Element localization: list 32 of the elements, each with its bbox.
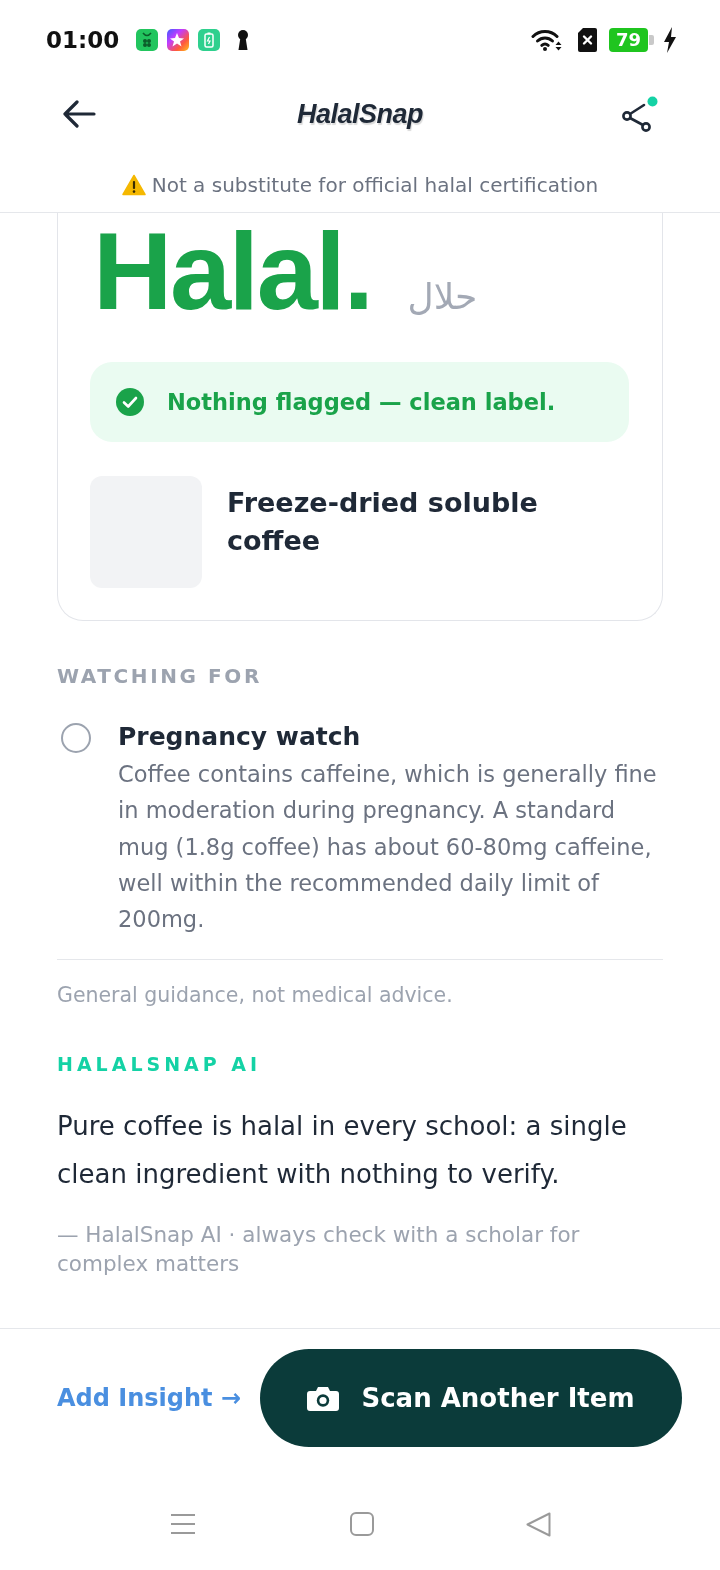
ai-attribution: — HalalSnap AI · always check with a scholar for complex matters — [57, 1221, 581, 1279]
arabic-verdict: حلال — [407, 276, 478, 317]
status-message: Nothing flagged — clean label. — [167, 389, 556, 415]
product-name: Freeze-dried soluble coffee — [227, 486, 539, 558]
keyhole-icon — [237, 29, 250, 51]
guidance-note: General guidance, not medical advice. — [57, 982, 454, 1009]
warning-icon — [121, 174, 146, 196]
wifi-icon — [531, 28, 563, 52]
left-arrow-icon[interactable] — [62, 100, 96, 128]
disclaimer-text: Not a substitute for official halal certification — [151, 173, 599, 197]
battery-app-icon — [198, 29, 221, 51]
menu-icon[interactable] — [170, 1513, 196, 1535]
battery-indicator: 79 — [609, 28, 654, 52]
triangle-icon[interactable] — [526, 1511, 551, 1537]
section-heading: WATCHING FOR — [57, 663, 263, 690]
square-icon[interactable] — [350, 1512, 374, 1536]
share-icon[interactable] — [621, 95, 658, 133]
watch-title: Pregnancy watch — [118, 721, 362, 753]
watch-description: Coffee contains caffeine, which is generally fine in moderation during pregnancy. A standard mug (1.8g coffee) has about 60-80mg caffeine, well within the recommended daily limit of 200mg. — [118, 760, 658, 935]
check-circle-icon — [116, 388, 144, 416]
star-app-icon — [167, 29, 190, 51]
charging-bolt-icon — [663, 27, 677, 53]
app-title: HalalSnap — [296, 98, 423, 130]
scan-button[interactable]: Scan Another Item — [260, 1349, 682, 1447]
radio-button[interactable] — [61, 723, 91, 753]
camera-icon — [307, 1385, 340, 1411]
sim-card-icon — [578, 28, 597, 52]
ai-quote: Pure coffee is halal in every school: a single clean ingredient with nothing to verify. — [57, 1110, 628, 1192]
ai-section-heading: HALALSNAP AI — [57, 1052, 263, 1078]
verdict-title: Halal. — [93, 216, 372, 326]
status-time: 01:00 — [46, 27, 120, 53]
app-icon — [136, 29, 159, 51]
